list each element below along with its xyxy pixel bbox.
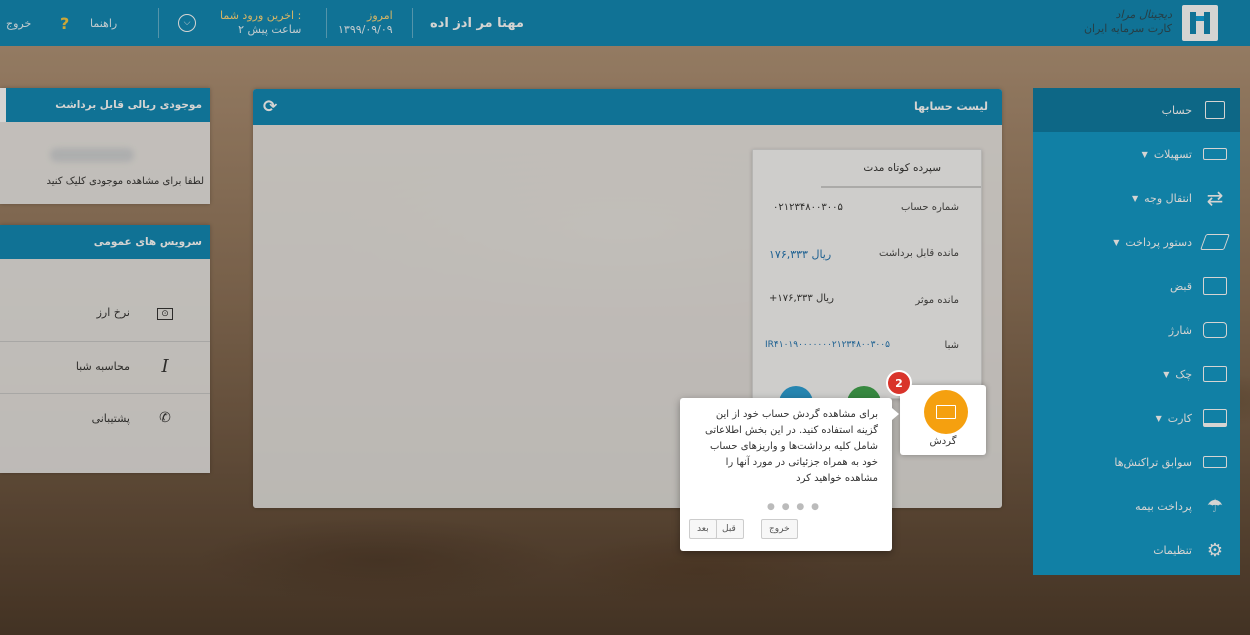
statement-icon [924, 390, 968, 434]
tour-progress-dots: ● ● ● ● [767, 502, 821, 512]
tour-exit-button[interactable]: خروج [761, 519, 798, 539]
gardesh-label: گردش [929, 436, 957, 447]
tour-overlay [0, 0, 1250, 635]
tour-next-button[interactable]: بعد [689, 519, 717, 539]
tour-tooltip: برای مشاهده گردش حساب خود از این گزینه ا… [680, 398, 899, 551]
tour-step-badge: 2 [886, 370, 912, 396]
tour-prev-button[interactable]: قبل [714, 519, 744, 539]
bank-logo-bar [1196, 16, 1204, 21]
tour-text: برای مشاهده گردش حساب خود از این گزینه ا… [705, 409, 878, 484]
gardesh-button[interactable]: گردش [900, 385, 986, 455]
